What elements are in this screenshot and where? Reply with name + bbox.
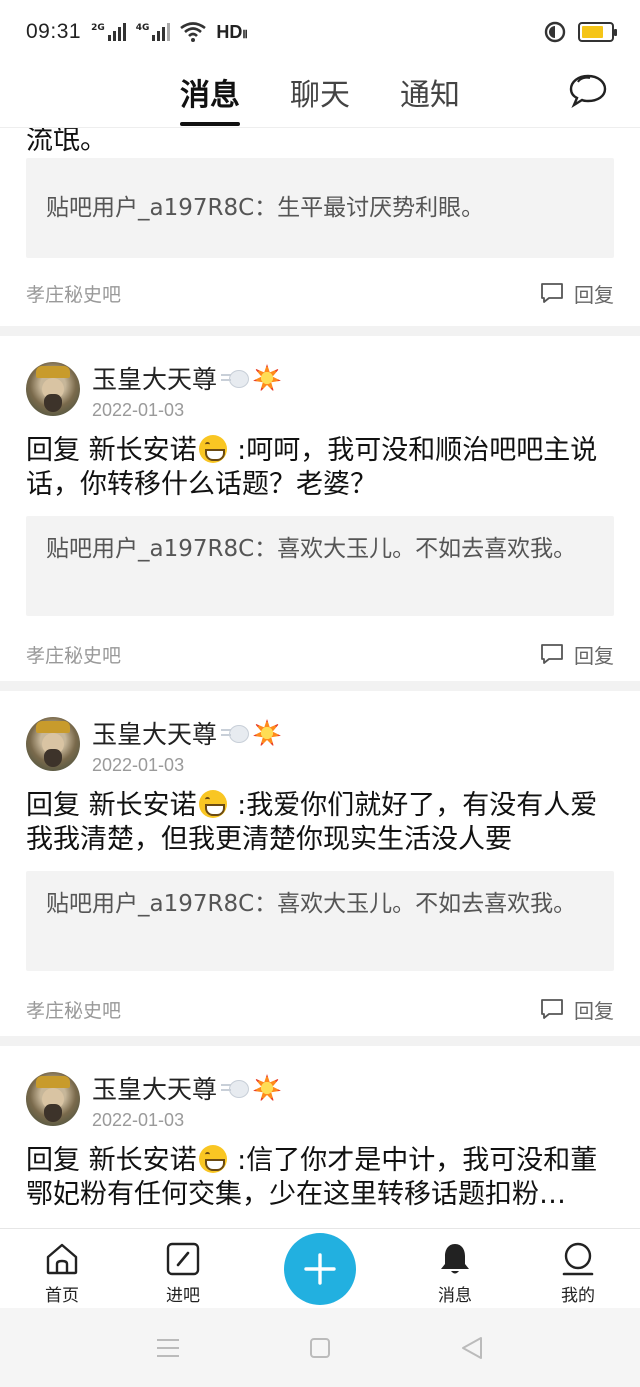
nav-label: 进吧 bbox=[166, 1286, 200, 1306]
profile-icon bbox=[562, 1242, 594, 1276]
card-separator bbox=[0, 681, 640, 691]
quoted-post[interactable]: 贴吧用户_a197R8C：生平最讨厌势利眼。 bbox=[26, 158, 614, 258]
active-tab-indicator bbox=[180, 122, 240, 126]
grinning-emoji-icon bbox=[198, 790, 227, 818]
card-footer: 孝庄秘史吧 回复 bbox=[26, 278, 614, 308]
tab-messages[interactable]: 消息 bbox=[180, 70, 240, 114]
comment-icon bbox=[541, 999, 563, 1019]
nav-label: 首页 bbox=[45, 1286, 79, 1306]
home-square-icon[interactable] bbox=[309, 1337, 331, 1359]
avatar[interactable] bbox=[26, 717, 80, 771]
post-content: 回复 新长安诺 :呵呵，我可没和顺治吧吧主说话，你转移什么话题？老婆？ bbox=[26, 434, 614, 502]
nav-home[interactable]: 首页 bbox=[22, 1241, 102, 1306]
reply-label: 回复 bbox=[574, 643, 614, 668]
reply-target: 回复 新长安诺 bbox=[26, 790, 197, 821]
card-footer: 孝庄秘史吧 回复 bbox=[26, 639, 614, 669]
grinning-emoji-icon bbox=[198, 1145, 227, 1173]
nav-messages[interactable]: 消息 bbox=[415, 1241, 495, 1306]
nav-label: 消息 bbox=[438, 1286, 472, 1306]
post-date: 2022-01-03 bbox=[92, 1110, 185, 1130]
bottom-navigation: 首页 进吧 消息 我的 bbox=[0, 1228, 640, 1308]
bell-icon bbox=[441, 1244, 469, 1274]
quoted-text: 贴吧用户_a197R8C：喜欢大玉儿。不如去喜欢我。 bbox=[46, 536, 577, 562]
message-feed[interactable]: 流氓。 贴吧用户_a197R8C：生平最讨厌势利眼。 孝庄秘史吧 回复 玉皇大天… bbox=[0, 128, 640, 1228]
nav-enter-bar[interactable]: 进吧 bbox=[143, 1241, 223, 1306]
collision-emoji-icon bbox=[253, 364, 282, 392]
reply-card[interactable]: 玉皇大天尊 2022-01-03 回复 新长安诺 :我爱你们就好了，有没有人爱我… bbox=[0, 691, 640, 1036]
top-tab-bar: 消息 聊天 通知 bbox=[0, 64, 640, 128]
post-date: 2022-01-03 bbox=[92, 400, 185, 420]
username-text: 玉皇大天尊 bbox=[92, 720, 218, 749]
username[interactable]: 玉皇大天尊 bbox=[92, 715, 282, 751]
status-time: 09:31 bbox=[26, 20, 82, 43]
card-separator bbox=[0, 326, 640, 336]
post-content: 回复 新长安诺 :信了你才是中计，我可没和董鄂妃粉有任何交集，少在这里转移话题扣… bbox=[26, 1144, 614, 1212]
avatar[interactable] bbox=[26, 1072, 80, 1126]
status-bar: 09:31 2G 4G HDⅡ bbox=[0, 0, 640, 64]
enter-bar-icon bbox=[166, 1242, 200, 1276]
menu-icon[interactable] bbox=[156, 1338, 180, 1358]
reply-button[interactable]: 回复 bbox=[540, 279, 614, 308]
reply-button[interactable]: 回复 bbox=[540, 995, 614, 1024]
hd-indicator: HDⅡ bbox=[216, 21, 248, 42]
reply-target: 回复 新长安诺 bbox=[26, 1145, 197, 1176]
dash-emoji-icon bbox=[221, 366, 250, 390]
nav-label: 我的 bbox=[561, 1286, 595, 1306]
reply-card[interactable]: 流氓。 贴吧用户_a197R8C：生平最讨厌势利眼。 孝庄秘史吧 回复 bbox=[0, 128, 640, 326]
grinning-emoji-icon bbox=[198, 435, 227, 463]
collision-emoji-icon bbox=[253, 1074, 282, 1102]
wifi-icon bbox=[180, 22, 207, 42]
quoted-post[interactable]: 贴吧用户_a197R8C：喜欢大玉儿。不如去喜欢我。 bbox=[26, 516, 614, 616]
collision-emoji-icon bbox=[253, 719, 282, 747]
tab-chat[interactable]: 聊天 bbox=[290, 70, 350, 114]
post-date: 2022-01-03 bbox=[92, 755, 185, 775]
quoted-text: 贴吧用户_a197R8C：生平最讨厌势利眼。 bbox=[46, 194, 485, 221]
system-navigation-bar bbox=[0, 1308, 640, 1387]
plus-icon bbox=[304, 1253, 336, 1285]
bar-name[interactable]: 孝庄秘史吧 bbox=[26, 996, 121, 1023]
post-content: 流氓。 bbox=[26, 128, 107, 156]
quoted-post[interactable]: 贴吧用户_a197R8C：喜欢大玉儿。不如去喜欢我。 bbox=[26, 871, 614, 971]
card-separator bbox=[0, 1036, 640, 1046]
signal-4g-icon: 4G bbox=[136, 23, 171, 41]
dash-emoji-icon bbox=[221, 1076, 250, 1100]
card-footer: 孝庄秘史吧 回复 bbox=[26, 994, 614, 1024]
chat-bubble-icon[interactable] bbox=[568, 70, 608, 110]
back-triangle-icon[interactable] bbox=[460, 1336, 484, 1360]
battery-icon bbox=[578, 22, 617, 42]
reply-button[interactable]: 回复 bbox=[540, 640, 614, 669]
username-text: 玉皇大天尊 bbox=[92, 365, 218, 394]
bar-name[interactable]: 孝庄秘史吧 bbox=[26, 641, 121, 668]
comment-icon bbox=[541, 644, 563, 664]
username-text: 玉皇大天尊 bbox=[92, 1075, 218, 1104]
reply-target: 回复 新长安诺 bbox=[26, 435, 197, 466]
post-content: 回复 新长安诺 :我爱你们就好了，有没有人爱我我清楚，但我更清楚你现实生活没人要 bbox=[26, 789, 614, 857]
tab-notifications[interactable]: 通知 bbox=[400, 70, 460, 114]
reply-card[interactable]: 玉皇大天尊 2022-01-03 回复 新长安诺 :呵呵，我可没和顺治吧吧主说话… bbox=[0, 336, 640, 681]
home-icon bbox=[46, 1243, 78, 1275]
reply-label: 回复 bbox=[574, 998, 614, 1023]
comment-icon bbox=[541, 283, 563, 303]
username[interactable]: 玉皇大天尊 bbox=[92, 360, 282, 396]
reply-card[interactable]: 玉皇大天尊 2022-01-03 回复 新长安诺 :信了你才是中计，我可没和董鄂… bbox=[0, 1046, 640, 1228]
avatar[interactable] bbox=[26, 362, 80, 416]
bar-name[interactable]: 孝庄秘史吧 bbox=[26, 280, 121, 307]
do-not-disturb-icon bbox=[544, 21, 566, 43]
quoted-text: 贴吧用户_a197R8C：喜欢大玉儿。不如去喜欢我。 bbox=[46, 891, 577, 917]
reply-label: 回复 bbox=[574, 282, 614, 307]
dash-emoji-icon bbox=[221, 721, 250, 745]
nav-profile[interactable]: 我的 bbox=[538, 1241, 618, 1306]
signal-2g-icon: 2G bbox=[91, 23, 126, 41]
create-post-button[interactable] bbox=[284, 1233, 356, 1305]
username[interactable]: 玉皇大天尊 bbox=[92, 1070, 282, 1106]
